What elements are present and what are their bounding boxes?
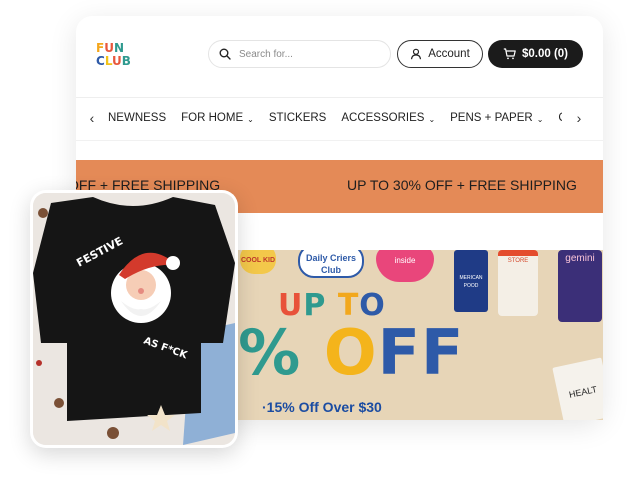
tote-bag: HEALT	[552, 357, 603, 420]
nav-item-label: FOR HOME	[181, 112, 244, 124]
promo-text-right: UP TO 30% OFF + FREE SHIPPING	[347, 177, 577, 193]
sticker-cool-kid: COOL KID	[240, 250, 276, 274]
product-card[interactable]: FESTIVE AS F*CK	[30, 190, 238, 448]
sweatshirt-image: FESTIVE AS F*CK	[33, 193, 235, 445]
cart-total-label: $0.00 (0)	[521, 48, 569, 60]
logo-line-2: CLUB	[96, 54, 131, 68]
site-header: FUN CLUB Account	[76, 16, 603, 96]
sticker-daily-criers-club: Daily Criers Club	[298, 250, 364, 278]
sticker-socks: STORE	[498, 250, 538, 316]
hero-subline: ·15% Off Over $30	[262, 399, 382, 415]
nav-item-pens-paper[interactable]: PENS + PAPER ⌄	[450, 112, 543, 124]
brand-logo[interactable]: FUN CLUB	[96, 42, 144, 68]
product-image: FESTIVE AS F*CK	[33, 193, 235, 445]
nav-item-label: NEWNESS	[108, 112, 167, 124]
nav-divider	[76, 140, 603, 141]
hero-headline-2: 0% OFF	[206, 316, 465, 389]
user-icon	[411, 48, 422, 60]
nav-item-accessories[interactable]: ACCESSORIES ⌄	[341, 112, 435, 124]
hero-banner[interactable]: COOL KID Daily Criers Club inside MERICA…	[206, 250, 603, 420]
account-button[interactable]: Account	[397, 40, 483, 68]
nav-track: NEWNESS FOR HOME ⌄ STICKERS ACCESSORIES ⌄ …	[108, 112, 568, 124]
category-nav: ‹ NEWNESS FOR HOME ⌄ STICKERS ACCESSORIES…	[76, 106, 603, 130]
chevron-down-icon: ⌄	[247, 114, 254, 124]
cart-button[interactable]: $0.00 (0)	[488, 40, 583, 68]
sticker-gemini: gemini	[558, 250, 602, 322]
search-input[interactable]	[237, 47, 381, 61]
nav-prev-icon[interactable]: ‹	[76, 110, 108, 126]
search-bar[interactable]	[208, 40, 391, 68]
nav-item-label: STICKERS	[268, 112, 327, 124]
chevron-down-icon: ⌄	[536, 114, 544, 124]
header-divider	[76, 97, 603, 98]
chevron-down-icon: ⌄	[428, 114, 436, 124]
nav-item-label: ACCESSORIES	[341, 112, 425, 124]
nav-item-label: PENS + PAPER	[450, 112, 533, 124]
nav-item-newness[interactable]: NEWNESS	[108, 112, 166, 124]
search-icon	[219, 48, 231, 60]
cart-icon	[503, 48, 516, 60]
nav-item-stickers[interactable]: STICKERS	[269, 112, 327, 124]
logo-line-1: FUN	[96, 41, 124, 55]
nav-item-for-home[interactable]: FOR HOME ⌄	[181, 112, 254, 124]
sticker-heart-inside: inside	[376, 250, 434, 282]
account-label: Account	[428, 48, 470, 60]
nav-next-icon[interactable]: ›	[562, 106, 596, 130]
sticker-pood: MERICAN POOD	[454, 250, 488, 312]
